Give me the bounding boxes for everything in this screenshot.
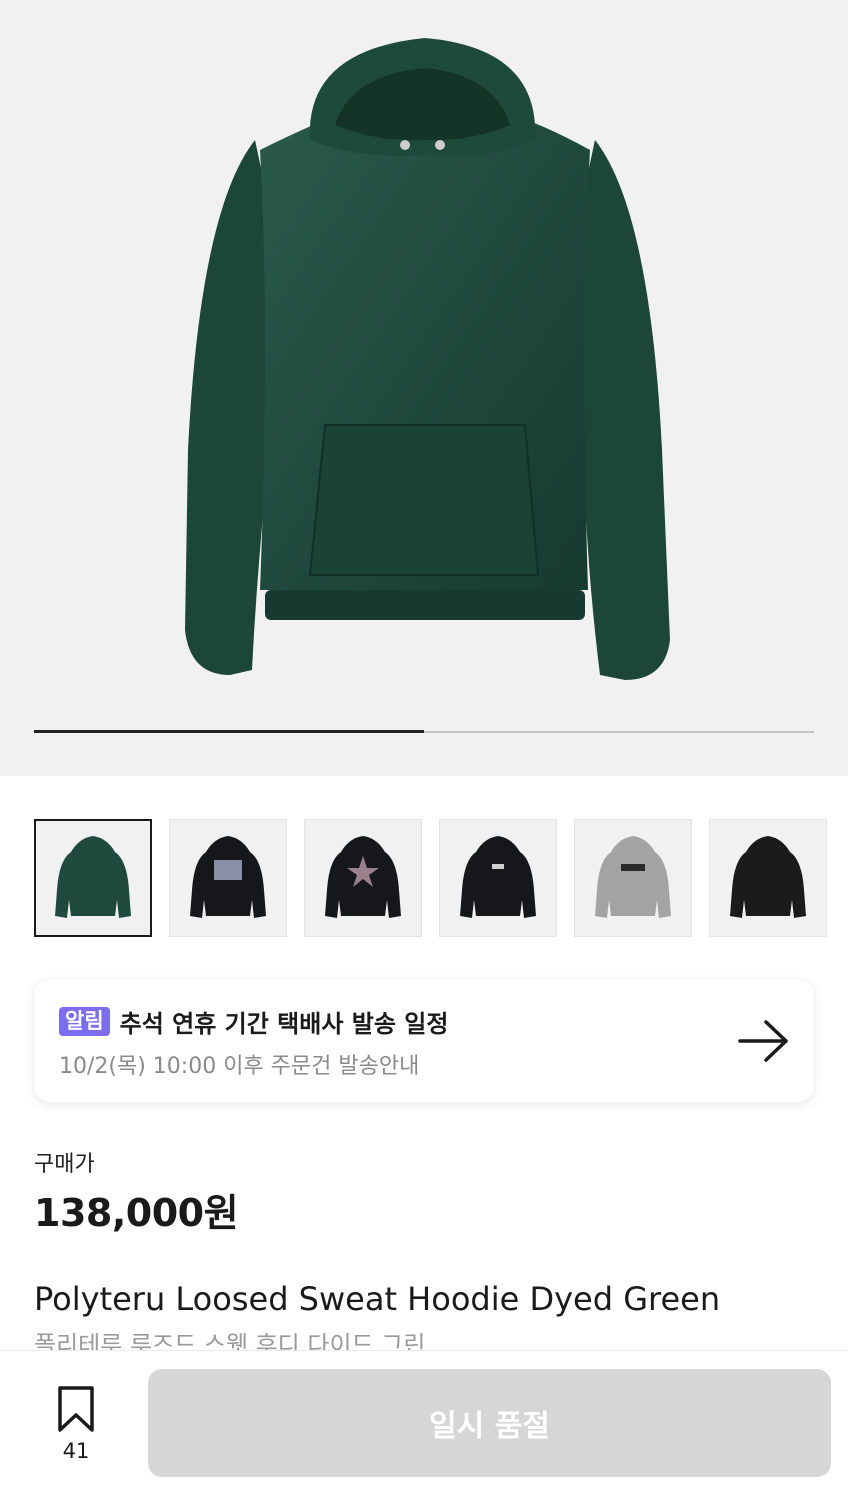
bottom-action-bar: 41 일시 품절 [0, 1350, 848, 1500]
arrow-right-icon[interactable] [738, 1018, 790, 1064]
price-label: 구매가 [34, 1152, 95, 1177]
thumbnail-black-hoodie-logo[interactable] [439, 819, 557, 937]
sold-out-button[interactable]: 일시 품절 [148, 1369, 831, 1477]
hoodie-thumbnail-icon [325, 836, 401, 918]
bookmark-count: 41 [62, 1439, 90, 1463]
notice-badge: 알림 [59, 1007, 110, 1036]
bookmark-button[interactable]: 41 [52, 1385, 100, 1465]
hoodie-thumbnail-icon [595, 836, 671, 918]
hoodie-thumbnail-icon [55, 836, 131, 918]
product-name-en: Polyteru Loosed Sweat Hoodie Dyed Green [34, 1280, 721, 1318]
thumbnail-black-hoodie-plain[interactable] [709, 819, 827, 937]
notice-subtitle: 10/2(목) 10:00 이후 주문건 발송안내 [59, 1054, 420, 1079]
thumbnail-black-hoodie-star[interactable] [304, 819, 422, 937]
product-image-gallery[interactable] [0, 0, 848, 776]
product-main-image [185, 38, 670, 680]
price-value: 138,000원 [34, 1191, 239, 1235]
notice-card[interactable]: 알림 추석 연휴 기간 택배사 발송 일정 10/2(목) 10:00 이후 주… [34, 980, 814, 1102]
hoodie-thumbnail-icon [460, 836, 536, 918]
notice-title: 추석 연휴 기간 택배사 발송 일정 [119, 1010, 449, 1038]
gallery-progress-fill [34, 730, 424, 733]
hoodie-thumbnail-icon [190, 836, 266, 918]
thumbnail-gray-hoodie[interactable] [574, 819, 692, 937]
hoodie-thumbnail-icon [730, 836, 806, 918]
thumbnail-black-hoodie-print[interactable] [169, 819, 287, 937]
bookmark-icon [58, 1386, 94, 1432]
thumbnail-green-hoodie[interactable] [34, 819, 152, 937]
gallery-progress-track [34, 730, 814, 733]
thumbnail-strip [34, 819, 834, 937]
